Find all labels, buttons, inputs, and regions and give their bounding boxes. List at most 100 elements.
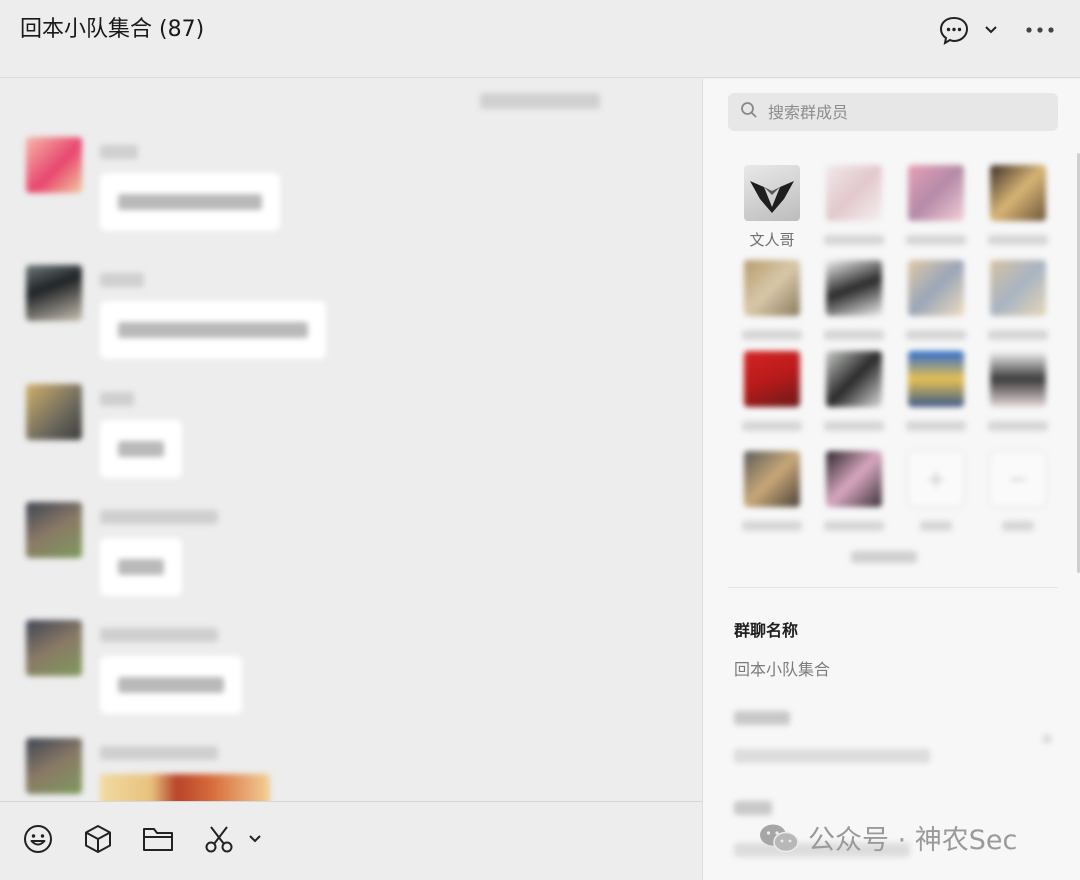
add-label-redacted	[920, 521, 952, 531]
member-item[interactable]	[978, 260, 1058, 350]
member-search-input[interactable]	[768, 102, 1038, 122]
more-icon[interactable]	[1020, 14, 1060, 46]
member-item[interactable]	[814, 165, 894, 255]
input-toolbar	[0, 801, 702, 880]
scissors-icon[interactable]	[202, 822, 236, 856]
chevron-right-icon[interactable]	[1043, 735, 1051, 743]
minus-icon[interactable]: −	[990, 451, 1046, 507]
cube-icon[interactable]	[81, 822, 115, 856]
chevron-down-icon[interactable]	[242, 822, 268, 856]
sender-name-redacted	[100, 392, 134, 406]
folder-icon[interactable]	[141, 822, 175, 856]
member-search-box[interactable]	[728, 93, 1058, 131]
sender-name-redacted	[100, 273, 144, 287]
member-name: 文人哥	[749, 231, 795, 249]
member-item[interactable]	[732, 260, 812, 350]
member-avatar[interactable]	[908, 351, 964, 407]
message-bubble[interactable]	[100, 538, 182, 596]
chat-title: 回本小队集合 (87)	[20, 17, 205, 42]
member-avatar[interactable]	[990, 165, 1046, 221]
emoji-icon[interactable]	[21, 822, 55, 856]
avatar[interactable]	[26, 137, 82, 193]
group-name-value[interactable]: 回本小队集合	[734, 656, 830, 680]
message-bubble[interactable]	[100, 656, 242, 714]
member-avatar[interactable]	[744, 260, 800, 316]
member-avatar[interactable]	[990, 260, 1046, 316]
member-item[interactable]	[732, 451, 812, 541]
member-item[interactable]	[732, 351, 812, 441]
member-item[interactable]	[978, 351, 1058, 441]
member-name-redacted	[988, 421, 1048, 431]
search-icon	[740, 101, 758, 123]
chevron-down-icon[interactable]	[980, 14, 1002, 46]
avatar[interactable]	[26, 738, 82, 794]
remove-member-button[interactable]: −	[978, 451, 1058, 541]
sender-name-redacted	[100, 628, 218, 642]
message-text-redacted	[118, 559, 164, 575]
member-name-redacted	[906, 330, 966, 340]
member-name-redacted	[824, 235, 884, 245]
group-info-panel: 文人哥	[702, 79, 1080, 880]
member-name-redacted	[742, 521, 802, 531]
message-list[interactable]	[0, 79, 702, 801]
remove-label-redacted	[1002, 521, 1034, 531]
member-name-redacted	[988, 330, 1048, 340]
watermark-text: 公众号 · 神农Sec	[808, 825, 1018, 856]
setting-label-redacted	[734, 801, 772, 815]
chat-bubble-icon[interactable]	[936, 14, 972, 46]
member-avatar[interactable]	[744, 451, 800, 507]
member-avatar[interactable]	[826, 351, 882, 407]
member-avatar[interactable]	[744, 351, 800, 407]
member-avatar[interactable]	[908, 260, 964, 316]
member-item[interactable]	[814, 351, 894, 441]
member-name-redacted	[824, 330, 884, 340]
member-name-redacted	[906, 421, 966, 431]
message-bubble[interactable]	[100, 420, 182, 478]
member-item[interactable]	[814, 451, 894, 541]
member-avatar[interactable]	[826, 451, 882, 507]
member-name-redacted	[742, 421, 802, 431]
member-avatar[interactable]	[744, 165, 800, 221]
member-avatar[interactable]	[908, 165, 964, 221]
image-message[interactable]	[100, 774, 270, 801]
timestamp-redacted	[480, 93, 600, 109]
chat-header: 回本小队集合 (87)	[0, 0, 1080, 78]
avatar[interactable]	[26, 265, 82, 321]
member-name-redacted	[824, 521, 884, 531]
member-name-redacted	[742, 330, 802, 340]
message-bubble[interactable]	[100, 301, 326, 359]
member-avatar[interactable]	[826, 260, 882, 316]
setting-label-redacted	[734, 711, 790, 725]
add-member-button[interactable]: +	[896, 451, 976, 541]
avatar[interactable]	[26, 620, 82, 676]
sender-name-redacted	[100, 510, 218, 524]
member-name-redacted	[906, 235, 966, 245]
member-item[interactable]	[814, 260, 894, 350]
member-avatar[interactable]	[826, 165, 882, 221]
member-item[interactable]	[896, 351, 976, 441]
setting-value-redacted[interactable]	[734, 749, 930, 763]
wechat-logo-icon	[760, 824, 799, 852]
watermark: 公众号 · 神农Sec	[758, 818, 1017, 857]
group-name-label: 群聊名称	[734, 621, 799, 640]
member-name-redacted	[988, 235, 1048, 245]
member-name-redacted	[824, 421, 884, 431]
sender-name-redacted	[100, 145, 138, 159]
logo-icon	[750, 181, 794, 213]
message-text-redacted	[118, 194, 262, 210]
message-text-redacted	[118, 441, 164, 457]
member-item[interactable]: 文人哥	[732, 165, 812, 255]
member-item[interactable]	[896, 165, 976, 255]
member-item[interactable]	[978, 165, 1058, 255]
message-text-redacted	[118, 322, 308, 338]
avatar[interactable]	[26, 384, 82, 440]
divider	[728, 587, 1058, 588]
member-item[interactable]	[896, 260, 976, 350]
member-avatar[interactable]	[990, 351, 1046, 407]
view-more-members-redacted[interactable]	[851, 551, 917, 563]
avatar[interactable]	[26, 502, 82, 558]
message-text-redacted	[118, 677, 224, 693]
sender-name-redacted	[100, 746, 218, 760]
message-bubble[interactable]	[100, 173, 280, 231]
plus-icon[interactable]: +	[908, 451, 964, 507]
